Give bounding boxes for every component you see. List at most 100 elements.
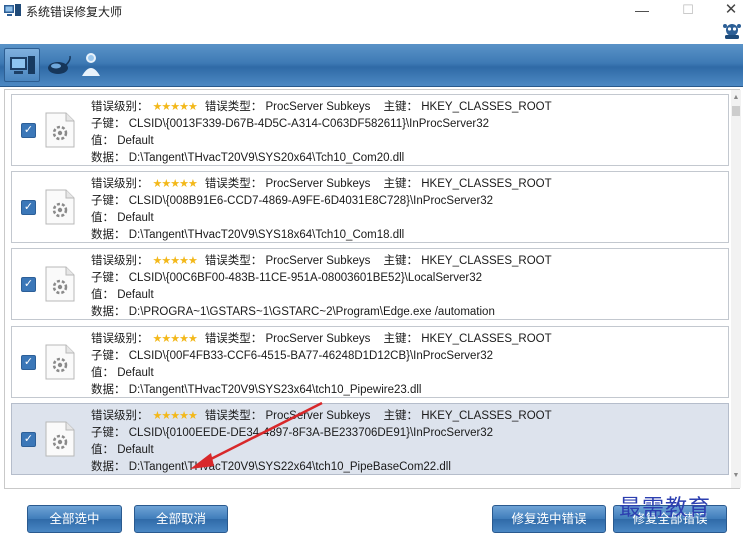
root-key-label: 主键： <box>383 101 419 113</box>
error-type-value: ProcServer Subkeys <box>265 255 371 267</box>
error-type-value: ProcServer Subkeys <box>265 178 371 190</box>
subkey-line: 子键： CLSID\{00C6BF00-483B-11CE-951A-08003… <box>91 270 482 286</box>
data-value: D:\Tangent\THvacT20V9\SYS23x64\tch10_Pip… <box>128 384 422 396</box>
data-label: 数据： <box>91 461 126 473</box>
level-label: 错误级别： <box>91 178 149 190</box>
subkey-label: 子键： <box>91 118 126 130</box>
error-level-line: 错误级别： ★★★★★ 错误类型： ProcServer Subkeys 主键： H… <box>91 99 552 115</box>
root-key-label: 主键： <box>383 178 419 190</box>
subkey-line: 子键： CLSID\{0013F339-D67B-4D5C-A314-C063D… <box>91 116 489 132</box>
toolbar-mouse-button[interactable] <box>44 48 74 82</box>
error-list[interactable]: ✓ 错误级别： ★★★★★ 错误类型： ProcServer Subkeys 主键：… <box>4 89 741 489</box>
list-item[interactable]: ✓ 错误级别： ★★★★★ 错误类型： ProcServer Subkeys 主键：… <box>11 248 729 320</box>
data-value: D:\PROGRA~1\GSTARS~1\GSTARC~2\Program\Ed… <box>128 306 495 318</box>
mouse-icon <box>48 55 71 74</box>
value-line: 值： Default <box>91 365 154 381</box>
scroll-down-icon[interactable]: ▼ <box>731 472 741 482</box>
data-label: 数据： <box>91 306 126 318</box>
cancel-all-button[interactable]: 全部取消 <box>134 505 228 533</box>
value-value: Default <box>117 212 154 224</box>
root-key-value: HKEY_CLASSES_ROOT <box>421 333 552 345</box>
value-value: Default <box>117 289 154 301</box>
watermark-text: 最需教育 <box>619 496 712 521</box>
minimize-button[interactable]: — <box>627 0 657 20</box>
list-item[interactable]: ✓ 错误级别： ★★★★★ 错误类型： ProcServer Subkeys 主键：… <box>11 94 729 166</box>
error-level-line: 错误级别： ★★★★★ 错误类型： ProcServer Subkeys 主键： H… <box>91 176 552 192</box>
value-line: 值： Default <box>91 442 154 458</box>
error-type-value: ProcServer Subkeys <box>265 333 371 345</box>
type-label: 错误类型： <box>204 101 263 113</box>
type-label: 错误类型： <box>204 178 263 190</box>
subkey-label: 子键： <box>91 272 126 284</box>
value-label: 值： <box>91 367 114 379</box>
maximize-button[interactable]: ☐ <box>673 0 703 20</box>
row-checkbox[interactable]: ✓ <box>21 355 36 370</box>
toolbar <box>0 44 743 87</box>
vertical-scrollbar[interactable]: ▲ ▼ <box>731 90 741 488</box>
mascot-logo-icon <box>723 24 741 39</box>
repair-selected-button[interactable]: 修复选中错误 <box>492 505 606 533</box>
severity-stars-icon: ★★★★★ <box>152 178 198 190</box>
value-value: Default <box>117 367 154 379</box>
registry-file-icon <box>45 189 75 225</box>
data-line: 数据： D:\Tangent\THvacT20V9\SYS23x64\tch10… <box>91 382 421 398</box>
close-button[interactable]: ✕ <box>716 0 743 20</box>
root-key-label: 主键： <box>383 333 419 345</box>
value-line: 值： Default <box>91 287 154 303</box>
data-line: 数据： D:\Tangent\THvacT20V9\SYS20x64\Tch10… <box>91 150 404 166</box>
type-label: 错误类型： <box>204 255 263 267</box>
level-label: 错误级别： <box>91 410 149 422</box>
level-label: 错误级别： <box>91 255 149 267</box>
severity-stars-icon: ★★★★★ <box>152 101 198 113</box>
error-type-value: ProcServer Subkeys <box>265 101 371 113</box>
root-key-value: HKEY_CLASSES_ROOT <box>421 410 552 422</box>
data-value: D:\Tangent\THvacT20V9\SYS22x64\tch10_Pip… <box>128 461 451 473</box>
list-item[interactable]: ✓ 错误级别： ★★★★★ 错误类型： ProcServer Subkeys 主键：… <box>11 171 729 243</box>
registry-file-icon <box>45 421 75 457</box>
list-item-selected[interactable]: ✓ 错误级别： ★★★★★ 错误类型： ProcServer Subkeys 主键：… <box>11 403 729 475</box>
root-key-value: HKEY_CLASSES_ROOT <box>421 101 552 113</box>
subkey-value: CLSID\{00C6BF00-483B-11CE-951A-08003601B… <box>128 272 483 284</box>
toolbar-computer-button[interactable] <box>4 48 40 82</box>
data-line: 数据： D:\PROGRA~1\GSTARS~1\GSTARC~2\Progra… <box>91 304 495 320</box>
computer-icon <box>10 56 35 74</box>
value-label: 值： <box>91 444 114 456</box>
subkey-value: CLSID\{008B91E6-CCD7-4869-A9FE-6D4031E8C… <box>128 195 494 207</box>
subkey-line: 子键： CLSID\{008B91E6-CCD7-4869-A9FE-6D403… <box>91 193 493 209</box>
app-logo-icon <box>4 4 21 16</box>
subkey-label: 子键： <box>91 350 126 362</box>
window-title: 系统错误修复大师 <box>26 5 123 19</box>
row-checkbox[interactable]: ✓ <box>21 432 36 447</box>
severity-stars-icon: ★★★★★ <box>152 255 198 267</box>
root-key-label: 主键： <box>383 255 419 267</box>
error-level-line: 错误级别： ★★★★★ 错误类型： ProcServer Subkeys 主键： H… <box>91 253 552 269</box>
subkey-value: CLSID\{0013F339-D67B-4D5C-A314-C063DF582… <box>128 118 490 130</box>
data-value: D:\Tangent\THvacT20V9\SYS20x64\Tch10_Com… <box>128 152 405 164</box>
error-level-line: 错误级别： ★★★★★ 错误类型： ProcServer Subkeys 主键： H… <box>91 408 552 424</box>
root-key-label: 主键： <box>383 410 419 422</box>
data-label: 数据： <box>91 152 126 164</box>
scroll-thumb[interactable] <box>732 106 740 116</box>
select-all-button[interactable]: 全部选中 <box>27 505 122 533</box>
error-level-line: 错误级别： ★★★★★ 错误类型： ProcServer Subkeys 主键： H… <box>91 331 552 347</box>
scroll-up-icon[interactable]: ▲ <box>731 94 741 104</box>
list-item[interactable]: ✓ 错误级别： ★★★★★ 错误类型： ProcServer Subkeys 主键：… <box>11 326 729 398</box>
subkey-label: 子键： <box>91 427 126 439</box>
registry-file-icon <box>45 266 75 302</box>
subkey-value: CLSID\{00F4FB33-CCF6-4515-BA77-46248D1D1… <box>128 350 494 362</box>
level-label: 错误级别： <box>91 333 149 345</box>
root-key-value: HKEY_CLASSES_ROOT <box>421 178 552 190</box>
data-line: 数据： D:\Tangent\THvacT20V9\SYS22x64\tch10… <box>91 459 451 475</box>
title-bar: 系统错误修复大师 — ☐ ✕ <box>0 0 743 44</box>
data-label: 数据： <box>91 229 126 241</box>
row-checkbox[interactable]: ✓ <box>21 200 36 215</box>
toolbar-person-button[interactable] <box>78 48 104 82</box>
subkey-line: 子键： CLSID\{00F4FB33-CCF6-4515-BA77-46248… <box>91 348 493 364</box>
type-label: 错误类型： <box>204 333 263 345</box>
value-label: 值： <box>91 289 114 301</box>
row-checkbox[interactable]: ✓ <box>21 277 36 292</box>
data-value: D:\Tangent\THvacT20V9\SYS18x64\Tch10_Com… <box>128 229 405 241</box>
row-checkbox[interactable]: ✓ <box>21 123 36 138</box>
person-icon <box>82 53 100 76</box>
root-key-value: HKEY_CLASSES_ROOT <box>421 255 552 267</box>
